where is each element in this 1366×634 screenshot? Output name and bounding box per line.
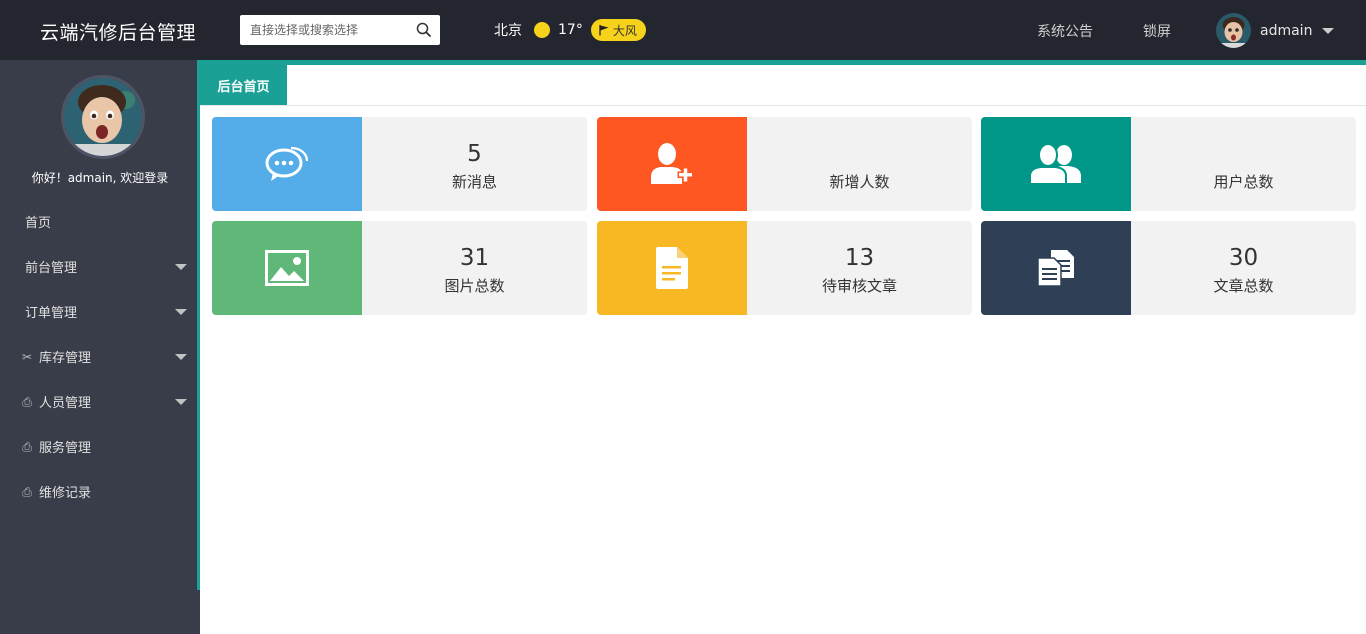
document-icon	[656, 247, 688, 289]
chevron-down-icon	[1322, 27, 1335, 34]
wind-text: 大风	[612, 23, 637, 38]
chevron-down-icon	[175, 354, 187, 360]
card-body: 30 文章总数	[1131, 221, 1356, 315]
chat-icon	[265, 146, 309, 181]
app-logo[interactable]: 云端汽修后台管理	[40, 18, 196, 45]
card-body: 31 图片总数	[362, 221, 587, 315]
card-body: 用户总数	[1131, 117, 1356, 211]
flag-icon	[599, 25, 609, 36]
search-box[interactable]	[240, 15, 440, 45]
sidebar-item-label: 服务管理	[39, 441, 92, 456]
lock-screen-link[interactable]: 锁屏	[1143, 21, 1171, 41]
sidebar-item-label: 人员管理	[39, 396, 92, 411]
printer-icon: ⎙	[22, 484, 32, 499]
card-icon-panel	[212, 117, 362, 211]
sidebar-item-frontend[interactable]: 前台管理	[0, 244, 197, 289]
weather-temp: 17°	[558, 22, 583, 38]
wind-badge: 大风	[590, 19, 646, 41]
sidebar-item-label: 前台管理	[25, 261, 78, 276]
user-name: admain	[1260, 22, 1313, 39]
sidebar-item-staff[interactable]: ⎙ 人员管理	[0, 379, 197, 424]
stat-card-messages[interactable]: 5 新消息	[212, 117, 587, 211]
stat-card-total-articles[interactable]: 30 文章总数	[981, 221, 1356, 315]
card-body: 5 新消息	[362, 117, 587, 211]
weather-widget: 北京 17° 大风	[494, 19, 646, 41]
sun-icon	[534, 22, 550, 38]
documents-icon	[1037, 250, 1074, 287]
tab-home[interactable]: 后台首页	[200, 65, 287, 105]
card-label: 新增人数	[829, 173, 890, 191]
image-icon	[265, 250, 309, 286]
sidebar-item-label: 维修记录	[39, 486, 92, 501]
sidebar-item-label: 订单管理	[25, 306, 78, 321]
printer-icon: ⎙	[22, 439, 32, 454]
card-value: 13	[844, 245, 875, 271]
card-icon-panel	[212, 221, 362, 315]
search-icon[interactable]	[416, 22, 432, 38]
sidebar-item-label: 库存管理	[39, 351, 92, 366]
chevron-down-icon	[175, 264, 187, 270]
welcome-text: 你好！admain, 欢迎登录	[31, 171, 169, 185]
top-header: 云端汽修后台管理 北京 17° 大风 系统公告 锁屏	[0, 0, 1366, 60]
tab-bar: 后台首页	[200, 65, 1366, 106]
sidebar-item-label: 首页	[25, 216, 52, 231]
avatar	[1216, 13, 1251, 48]
users-icon	[1029, 143, 1081, 185]
sidebar-item-orders[interactable]: 订单管理	[0, 289, 197, 334]
search-input[interactable]	[240, 15, 405, 45]
card-body: 13 待审核文章	[747, 221, 972, 315]
tools-icon: ✂	[21, 349, 33, 364]
sidebar: 你好！admain, 欢迎登录 首页 前台管理 订单管理 ✂ 库存管理 ⎙ 人员…	[0, 60, 200, 590]
stat-card-pending-articles[interactable]: 13 待审核文章	[597, 221, 972, 315]
sidebar-item-services[interactable]: ⎙ 服务管理	[0, 424, 197, 469]
system-notice-link[interactable]: 系统公告	[1037, 21, 1093, 41]
card-label: 文章总数	[1213, 277, 1274, 295]
sidebar-menu: 首页 前台管理 订单管理 ✂ 库存管理 ⎙ 人员管理 ⎙ 服务管理 ⎙ 维修记录	[0, 199, 197, 514]
card-icon-panel	[981, 117, 1131, 211]
card-body: 新增人数	[747, 117, 972, 211]
card-label: 用户总数	[1213, 173, 1274, 191]
sidebar-item-repair-records[interactable]: ⎙ 维修记录	[0, 469, 197, 514]
printer-icon: ⎙	[22, 394, 32, 409]
card-value: 31	[459, 245, 490, 271]
avatar	[61, 75, 145, 159]
card-icon-panel	[597, 221, 747, 315]
card-value	[1131, 141, 1356, 169]
sidebar-item-inventory[interactable]: ✂ 库存管理	[0, 334, 197, 379]
card-value	[747, 141, 972, 169]
chevron-down-icon	[175, 399, 187, 405]
card-icon-panel	[597, 117, 747, 211]
stat-card-total-users[interactable]: 用户总数	[981, 117, 1356, 211]
card-value: 5	[467, 141, 482, 167]
stat-card-new-users[interactable]: 新增人数	[597, 117, 972, 211]
card-value: 30	[1228, 245, 1259, 271]
chevron-down-icon	[175, 309, 187, 315]
sidebar-item-home[interactable]: 首页	[0, 199, 197, 244]
user-menu[interactable]: admain	[1216, 13, 1335, 48]
sidebar-footer	[0, 590, 200, 634]
card-label: 新消息	[451, 173, 497, 191]
add-user-icon	[651, 143, 694, 184]
card-icon-panel	[981, 221, 1131, 315]
stat-card-images[interactable]: 31 图片总数	[212, 221, 587, 315]
weather-city: 北京	[494, 23, 522, 39]
card-label: 待审核文章	[821, 277, 897, 295]
card-label: 图片总数	[444, 277, 505, 295]
